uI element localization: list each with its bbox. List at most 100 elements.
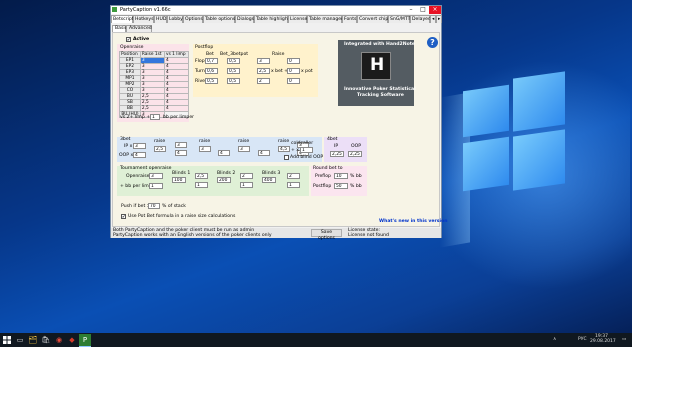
- postflop-title: Postflop: [195, 45, 214, 50]
- flop-raise-b-input[interactable]: 0: [287, 58, 300, 64]
- tab-table-highlight[interactable]: Table highlight: [254, 15, 290, 23]
- tab-lobby[interactable]: Lobby: [167, 15, 183, 23]
- betscript-basic-panel: ✔ Active Openraise Position Raise 1st vs…: [112, 32, 448, 227]
- threebet-ip-input[interactable]: 3: [133, 143, 146, 149]
- postflop-round-input[interactable]: 50: [334, 183, 348, 189]
- turn-bet-input[interactable]: 0,6: [205, 68, 218, 74]
- tab-hud[interactable]: HUD: [154, 15, 167, 23]
- postflop-panel: Postflop Bet Bet_3betpot Raise Flop 0,7 …: [193, 44, 318, 97]
- maximize-button[interactable]: □: [417, 6, 429, 14]
- blinds3-label: Blinds 3: [262, 171, 281, 176]
- promo-header: Integrated with Hand2Note: [344, 42, 416, 47]
- app-icon: [112, 7, 117, 12]
- partycaption-taskbar-icon[interactable]: P: [79, 334, 91, 347]
- minimize-button[interactable]: –: [405, 6, 417, 14]
- river-raise-b-input[interactable]: 0: [287, 78, 300, 84]
- coldcaller-input[interactable]: 1: [300, 147, 313, 153]
- vs-limp-input[interactable]: 1: [150, 114, 160, 120]
- river-bet3-input[interactable]: 0,5: [227, 78, 240, 84]
- tray-arrow-icon[interactable]: ∧: [553, 337, 556, 342]
- blinds2-input[interactable]: 200: [217, 177, 231, 183]
- x-pot-label: x pot: [301, 69, 313, 74]
- tab-delayed[interactable]: Delayed: [410, 15, 431, 23]
- active-checkbox[interactable]: ✔: [126, 37, 131, 42]
- tab-license[interactable]: License: [288, 15, 307, 23]
- logo-pane-top-left: [463, 84, 509, 138]
- clock-date[interactable]: 29.08.2017: [590, 339, 616, 344]
- tabs-scroll-right[interactable]: ▸: [436, 15, 442, 23]
- add-blind-checkbox[interactable]: [284, 155, 289, 160]
- fourbet-oop-input[interactable]: 2,25: [348, 151, 362, 157]
- blinds1-x-input[interactable]: 2,5: [195, 173, 208, 179]
- tab-fonts[interactable]: Fonts: [342, 15, 357, 23]
- save-options-button[interactable]: Save options: [311, 229, 342, 241]
- notification-icon[interactable]: ▭: [622, 337, 626, 342]
- turn-raise-b-input[interactable]: 0: [287, 68, 300, 74]
- push-input[interactable]: 70: [148, 203, 160, 209]
- step1-after-input[interactable]: 4: [175, 150, 187, 156]
- subtab-basic[interactable]: Basic: [112, 25, 127, 32]
- turn-raise-a-input[interactable]: 2,5: [257, 68, 270, 74]
- river-bet-input[interactable]: 0,5: [205, 78, 218, 84]
- blinds1-y-input[interactable]: 1: [195, 182, 208, 188]
- river-raise-a-input[interactable]: 2: [257, 78, 270, 84]
- bb-per-limp-input[interactable]: 1: [149, 183, 163, 189]
- step2-after-input[interactable]: 4: [218, 150, 230, 156]
- turn-bet3-input[interactable]: 0,5: [227, 68, 240, 74]
- blinds1-input[interactable]: 100: [172, 177, 186, 183]
- logo-letter: H: [370, 55, 385, 75]
- step2-raise-input[interactable]: 3: [199, 146, 211, 152]
- tab-table-options[interactable]: Table options: [203, 15, 235, 23]
- flop-raise-a-input[interactable]: 3: [257, 58, 270, 64]
- license-state-value: License not found: [348, 233, 389, 238]
- subtab-advanced[interactable]: Advanced: [126, 25, 152, 32]
- help-icon[interactable]: ?: [427, 37, 438, 48]
- blinds3-x-input[interactable]: 2: [287, 173, 300, 179]
- store-icon[interactable]: 🛍: [40, 334, 52, 346]
- tournament-openraise-input[interactable]: 3: [149, 173, 163, 179]
- fourbet-panel: 4bet IP OOP 2,25 2,25: [324, 137, 367, 162]
- title-bar[interactable]: PartyCaption v1.66c – □ ×: [111, 6, 441, 14]
- status-line-2: PartyCaption works with an English versi…: [113, 233, 272, 238]
- threebet-oop-input[interactable]: 4: [133, 152, 146, 158]
- close-button[interactable]: ×: [429, 6, 441, 14]
- blinds2-x-input[interactable]: 2: [240, 173, 253, 179]
- col-position: Position: [119, 51, 141, 58]
- chrome-icon[interactable]: ◉: [53, 334, 65, 346]
- tab-convert-chips[interactable]: Convert chips: [357, 15, 391, 23]
- partycaption-window: PartyCaption v1.66c – □ × Betscript Hotk…: [110, 5, 448, 241]
- hand2note-banner[interactable]: Integrated with Hand2Note H Innovative P…: [338, 40, 416, 106]
- tab-hotkeys[interactable]: Hotkeys: [133, 15, 154, 23]
- whats-new-link[interactable]: What's new in this version: [379, 219, 448, 224]
- postflop-label: Postflop: [313, 184, 332, 189]
- fourbet-oop-label: OOP: [351, 144, 362, 149]
- blinds3-input[interactable]: 400: [262, 177, 276, 183]
- threebet-ip-label: IP x: [124, 144, 133, 149]
- windows-start-icon[interactable]: [1, 334, 13, 346]
- step1-limit-input[interactable]: 3: [175, 142, 187, 148]
- step3-after-input[interactable]: 4: [258, 150, 270, 156]
- blinds2-y-input[interactable]: 1: [240, 182, 253, 188]
- tab-betscript[interactable]: Betscript: [111, 15, 134, 23]
- blinds1-label: Blinds 1: [172, 171, 191, 176]
- openraise-title: Openraise: [120, 45, 144, 50]
- poker-client-icon[interactable]: ◆: [66, 334, 78, 346]
- flop-bet3-input[interactable]: 0,5: [227, 58, 240, 64]
- step1-raise-input[interactable]: 2,5: [154, 146, 166, 152]
- preflop-round-input[interactable]: 10: [334, 173, 348, 179]
- task-view-icon[interactable]: ▭: [14, 334, 26, 346]
- coldcaller-prefix: + x: [291, 148, 300, 153]
- flop-bet-input[interactable]: 0,7: [205, 58, 218, 64]
- step3-raise-input[interactable]: 3: [238, 146, 250, 152]
- tab-options[interactable]: Options: [183, 15, 203, 23]
- file-explorer-icon[interactable]: 🗂: [27, 334, 39, 346]
- tab-dialogs[interactable]: Dialogs: [235, 15, 254, 23]
- push-suffix: % of stack: [162, 204, 186, 209]
- tab-sng-mtt[interactable]: SnG/MTT: [388, 15, 410, 23]
- fourbet-ip-input[interactable]: 2,25: [330, 151, 344, 157]
- potbet-checkbox[interactable]: ✔: [121, 214, 126, 219]
- language-indicator[interactable]: РУС: [578, 337, 587, 342]
- tab-table-manager[interactable]: Table manager: [307, 15, 343, 23]
- blinds3-y-input[interactable]: 1: [287, 182, 300, 188]
- threebet-oop-label: OOP x: [119, 153, 134, 158]
